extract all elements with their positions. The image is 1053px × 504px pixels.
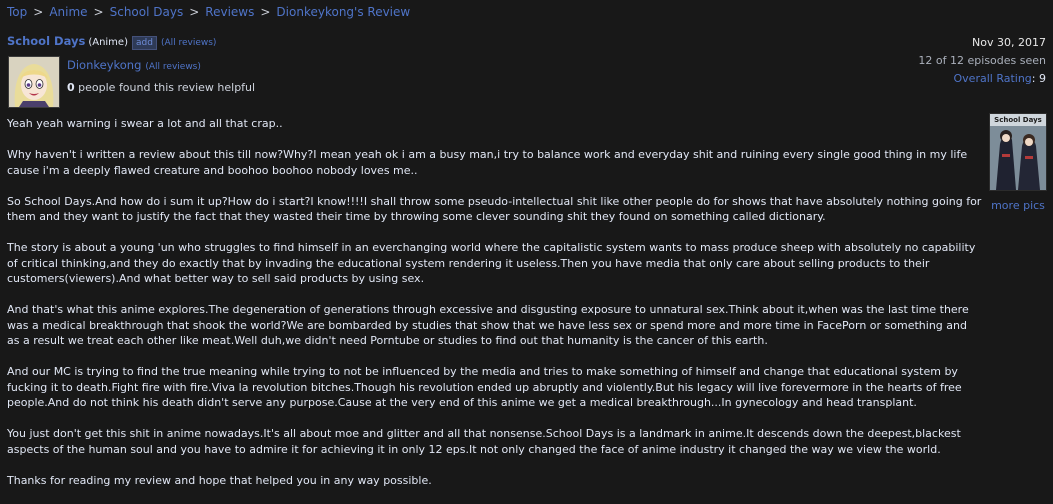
breadcrumb-school-days[interactable]: School Days	[110, 5, 184, 19]
helpful-count-line: 0 people found this review helpful	[67, 81, 255, 94]
helpful-text: people found this review helpful	[78, 81, 256, 94]
avatar-image	[9, 57, 59, 107]
review-paragraph: Yeah yeah warning i swear a lot and all …	[7, 117, 283, 130]
breadcrumb-top[interactable]: Top	[7, 5, 27, 19]
review-header: School Days (Anime) add (All reviews) Dionk…	[7, 34, 1046, 114]
review-paragraph: You just don't get this shit in anime no…	[7, 427, 961, 456]
breadcrumb-reviews[interactable]: Reviews	[205, 5, 254, 19]
anime-thumbnail[interactable]: School Days	[989, 113, 1047, 191]
avatar[interactable]	[8, 56, 60, 108]
anime-title-line: School Days (Anime) add (All reviews)	[7, 34, 216, 50]
all-reviewer-reviews-link[interactable]: (All reviews)	[145, 62, 201, 72]
breadcrumb-separator: >	[33, 5, 44, 19]
review-paragraph: Why haven't i written a review about thi…	[7, 148, 968, 177]
episodes-seen: 12 of 12 episodes seen	[918, 54, 1046, 67]
review-paragraph: And our MC is trying to find the true me…	[7, 365, 962, 409]
add-button[interactable]: add	[131, 36, 157, 50]
helpful-count: 0	[67, 81, 75, 94]
anime-type: (Anime)	[88, 37, 128, 48]
breadcrumb-separator: >	[93, 5, 104, 19]
breadcrumb-anime[interactable]: Anime	[49, 5, 87, 19]
breadcrumb-separator: >	[189, 5, 200, 19]
overall-rating: Overall Rating: 9	[953, 72, 1046, 85]
review-meta: Nov 30, 2017 12 of 12 episodes seen Over…	[918, 34, 1046, 88]
overall-rating-label[interactable]: Overall Rating	[954, 72, 1032, 85]
reviewer-info: Dionkeykong (All reviews) 0 people found …	[67, 58, 255, 94]
review-paragraph: So School Days.And how do i sum it up?Ho…	[7, 194, 982, 224]
breadcrumb: Top > Anime > School Days > Reviews > Dionkeykon…	[7, 4, 410, 20]
review-date: Nov 30, 2017	[972, 36, 1046, 49]
reviewer-name-link[interactable]: Dionkeykong	[67, 58, 141, 72]
breadcrumb-separator: >	[260, 5, 271, 19]
overall-rating-value: 9	[1039, 72, 1046, 85]
review-paragraph: And that's what this anime explores.The …	[7, 303, 969, 347]
review-body: Yeah yeah warning i swear a lot and all …	[7, 116, 982, 504]
anime-cover-image	[990, 114, 1046, 190]
all-anime-reviews-link[interactable]: (All reviews)	[161, 38, 217, 48]
anime-thumbnail-box: School Days more pics	[989, 113, 1047, 212]
thumbnail-title: School Days	[994, 116, 1042, 124]
more-pics-link[interactable]: more pics	[989, 199, 1047, 212]
review-paragraph: Thanks for reading my review and hope th…	[7, 473, 432, 487]
breadcrumb-current-review[interactable]: Dionkeykong's Review	[276, 5, 410, 19]
anime-title-link[interactable]: School Days	[7, 34, 85, 48]
review-paragraph: The story is about a young 'un who strug…	[7, 241, 976, 285]
